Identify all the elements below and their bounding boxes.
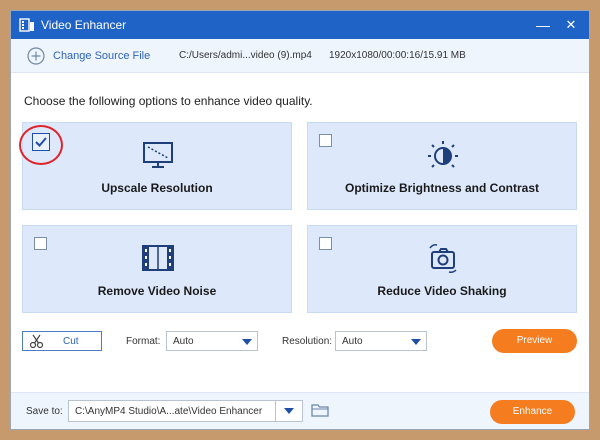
- resolution-select[interactable]: Auto: [335, 331, 427, 351]
- optimize-brightness-checkbox[interactable]: [319, 134, 332, 147]
- minimize-button[interactable]: —: [533, 15, 553, 35]
- chevron-down-icon: [242, 339, 252, 345]
- remove-video-noise-label: Remove Video Noise: [97, 284, 217, 298]
- upscale-resolution-label: Upscale Resolution: [101, 181, 213, 195]
- option-reduce-video-shaking[interactable]: Reduce Video Shaking: [307, 225, 577, 313]
- cut-button[interactable]: Cut: [22, 331, 102, 351]
- folder-icon[interactable]: [311, 402, 329, 418]
- source-file-info: 1920x1080/00:00:16/15.91 MB: [329, 50, 466, 61]
- optimize-brightness-label: Optimize Brightness and Contrast: [344, 181, 540, 195]
- preview-button[interactable]: Preview: [492, 329, 577, 353]
- screenshot-frame: Video Enhancer — ✕ Change Source File C:…: [0, 0, 600, 440]
- format-value: Auto: [173, 336, 194, 347]
- option-remove-video-noise[interactable]: Remove Video Noise: [22, 225, 292, 313]
- format-label: Format:: [126, 336, 161, 347]
- resolution-value: Auto: [342, 336, 363, 347]
- cut-label: Cut: [63, 336, 79, 347]
- title-bar: Video Enhancer — ✕: [11, 11, 589, 39]
- remove-video-noise-checkbox[interactable]: [34, 237, 47, 250]
- resolution-label: Resolution:: [282, 336, 333, 347]
- source-file-path: C:/Users/admi...video (9).mp4: [179, 50, 312, 61]
- change-source-file-link[interactable]: Change Source File: [53, 50, 150, 62]
- checkmark-icon: [35, 137, 47, 147]
- footer-bar: Save to: C:\AnyMP4 Studio\A...ate\Video …: [11, 392, 589, 429]
- option-upscale-resolution[interactable]: Upscale Resolution: [22, 122, 292, 210]
- save-path-value: C:\AnyMP4 Studio\A...ate\Video Enhancer: [75, 406, 263, 417]
- film-strip-icon: [142, 242, 174, 274]
- brightness-icon: [427, 139, 459, 171]
- chevron-down-icon: [411, 339, 421, 345]
- source-file-bar: Change Source File C:/Users/admi...video…: [11, 39, 589, 73]
- reduce-video-shaking-label: Reduce Video Shaking: [377, 284, 507, 298]
- reduce-video-shaking-checkbox[interactable]: [319, 237, 332, 250]
- instruction-text: Choose the following options to enhance …: [24, 94, 313, 108]
- scissors-icon: [29, 334, 44, 349]
- close-button[interactable]: ✕: [561, 15, 581, 35]
- stabilize-camera-icon: [427, 242, 459, 274]
- window-title: Video Enhancer: [41, 18, 127, 32]
- upscale-resolution-checkbox[interactable]: [32, 133, 50, 151]
- chevron-down-icon: [284, 408, 294, 414]
- video-enhancer-window: Video Enhancer — ✕ Change Source File C:…: [10, 10, 590, 430]
- app-logo-icon: [19, 17, 35, 33]
- format-select[interactable]: Auto: [166, 331, 258, 351]
- upscale-monitor-icon: [142, 139, 174, 171]
- save-path-field[interactable]: C:\AnyMP4 Studio\A...ate\Video Enhancer: [68, 400, 303, 422]
- save-path-dropdown-button[interactable]: [275, 400, 303, 422]
- save-to-label: Save to:: [26, 406, 63, 417]
- add-circle-icon[interactable]: [27, 47, 45, 65]
- enhance-button[interactable]: Enhance: [490, 400, 575, 424]
- option-optimize-brightness[interactable]: Optimize Brightness and Contrast: [307, 122, 577, 210]
